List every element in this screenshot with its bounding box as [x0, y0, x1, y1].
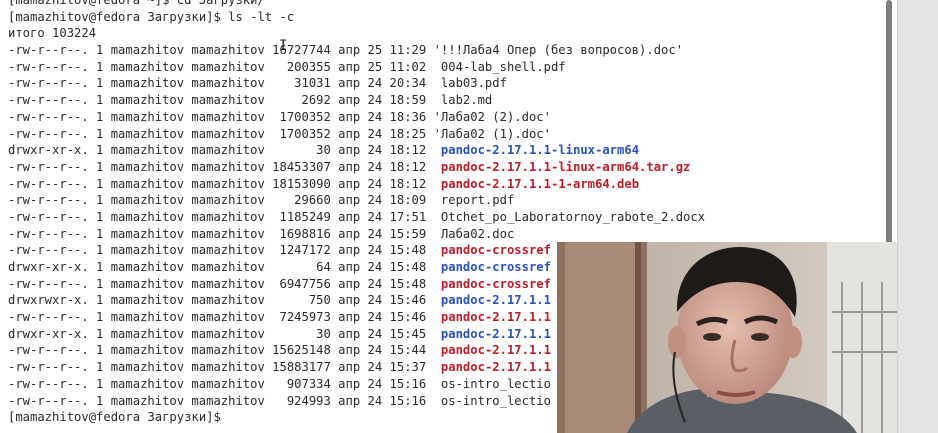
terminal-line: -rw-r--r--. 1 mamazhitov mamazhitov 1672… [8, 42, 705, 59]
terminal-text: -rw-r--r--. 1 mamazhitov mamazhitov 1815… [8, 176, 441, 191]
terminal-text: [mamazhitov@fedora Загрузки]$ [8, 410, 229, 425]
terminal-text: drwxr-xr-x. 1 mamazhitov mamazhitov 30 а… [8, 326, 441, 341]
terminal-text: -rw-r--r--. 1 mamazhitov mamazhitov 1700… [8, 126, 551, 141]
terminal-line: -rw-r--r--. 1 mamazhitov mamazhitov 1700… [8, 109, 705, 126]
directory-name: pandoc-2.17.1.1 [440, 326, 551, 341]
webcam-person-image [557, 242, 897, 433]
terminal-text: -rw-r--r--. 1 mamazhitov mamazhitov 3103… [8, 76, 507, 91]
terminal-line: -rw-r--r--. 1 mamazhitov mamazhitov 2692… [8, 92, 705, 109]
terminal-line: -rw-r--r--. 1 mamazhitov mamazhitov 1698… [8, 226, 705, 243]
archive-file-name: pandoc-crossref [440, 276, 551, 291]
directory-name: pandoc-2.17.1.1 [440, 293, 551, 308]
terminal-text: drwxr-xr-x. 1 mamazhitov mamazhitov 30 а… [8, 143, 441, 158]
terminal-line: [mamazhitov@fedora Загрузки]$ ls -lt -c [8, 9, 705, 26]
archive-file-name: pandoc-crossref [440, 243, 551, 258]
terminal-text: -rw-r--r--. 1 mamazhitov mamazhitov 1562… [8, 343, 441, 358]
terminal-line: -rw-r--r--. 1 mamazhitov mamazhitov 1700… [8, 126, 705, 143]
archive-file-name: pandoc-2.17.1.1 [440, 310, 551, 325]
terminal-line: [mamazhitov@fedora ~]$ cd Загрузки/ [8, 0, 705, 9]
terminal-text: -rw-r--r--. 1 mamazhitov mamazhitov 1247… [8, 243, 441, 258]
archive-file-name: pandoc-2.17.1.1-1-arm64.deb [440, 176, 640, 191]
terminal-text: -rw-r--r--. 1 mamazhitov mamazhitov 2966… [8, 193, 515, 208]
directory-name: pandoc-crossref [440, 260, 551, 274]
terminal-line: итого 103224 [8, 25, 705, 42]
terminal-text: -rw-r--r--. 1 mamazhitov mamazhitov 1588… [8, 360, 441, 375]
ibeam-cursor-icon: I [279, 38, 288, 54]
terminal-text: итого 103224 [8, 26, 97, 41]
terminal-text: -rw-r--r--. 1 mamazhitov mamazhitov 1672… [8, 43, 684, 58]
terminal-line: -rw-r--r--. 1 mamazhitov mamazhitov 1185… [8, 209, 705, 226]
terminal-text: -rw-r--r--. 1 mamazhitov mamazhitov 6947… [8, 276, 441, 291]
terminal-text: drwxrwxr-x. 1 mamazhitov mamazhitov 750 … [8, 293, 441, 308]
terminal-text: -rw-r--r--. 1 mamazhitov mamazhitov 9073… [8, 376, 551, 391]
archive-file-name: pandoc-2.17.1.1-linux-arm64.tar.gz [440, 159, 691, 174]
terminal-text: -rw-r--r--. 1 mamazhitov mamazhitov 1698… [8, 226, 515, 241]
terminal-line: drwxr-xr-x. 1 mamazhitov mamazhitov 30 а… [8, 142, 705, 159]
terminal-line: -rw-r--r--. 1 mamazhitov mamazhitov 1845… [8, 159, 705, 176]
webcam-video-overlay [557, 242, 897, 433]
archive-file-name: pandoc-2.17.1.1 [440, 343, 551, 358]
terminal-text: [mamazhitov@fedora Загрузки]$ ls -lt -c [8, 9, 295, 24]
directory-name: pandoc-2.17.1.1-linux-arm64 [440, 143, 640, 158]
terminal-text: -rw-r--r--. 1 mamazhitov mamazhitov 7245… [8, 310, 441, 325]
terminal-line: -rw-r--r--. 1 mamazhitov mamazhitov 1815… [8, 176, 705, 193]
terminal-text: [mamazhitov@fedora ~]$ cd Загрузки/ [8, 0, 265, 7]
archive-file-name: pandoc-2.17.1.1 [440, 360, 551, 375]
terminal-text: -rw-r--r--. 1 mamazhitov mamazhitov 9249… [8, 393, 551, 408]
terminal-line: -rw-r--r--. 1 mamazhitov mamazhitov 3103… [8, 75, 705, 92]
terminal-text: -rw-r--r--. 1 mamazhitov mamazhitov 1185… [8, 209, 706, 224]
terminal-text: drwxr-xr-x. 1 mamazhitov mamazhitov 64 а… [8, 260, 441, 274]
terminal-text: -rw-r--r--. 1 mamazhitov mamazhitov 2692… [8, 93, 493, 108]
terminal-text: -rw-r--r--. 1 mamazhitov mamazhitov 1700… [8, 109, 551, 124]
terminal-line: -rw-r--r--. 1 mamazhitov mamazhitov 2003… [8, 59, 705, 76]
terminal-line: -rw-r--r--. 1 mamazhitov mamazhitov 2966… [8, 192, 705, 209]
scrollbar-track[interactable] [897, 0, 938, 433]
terminal-text: -rw-r--r--. 1 mamazhitov mamazhitov 2003… [8, 59, 566, 74]
terminal-text: -rw-r--r--. 1 mamazhitov mamazhitov 1845… [8, 159, 441, 174]
